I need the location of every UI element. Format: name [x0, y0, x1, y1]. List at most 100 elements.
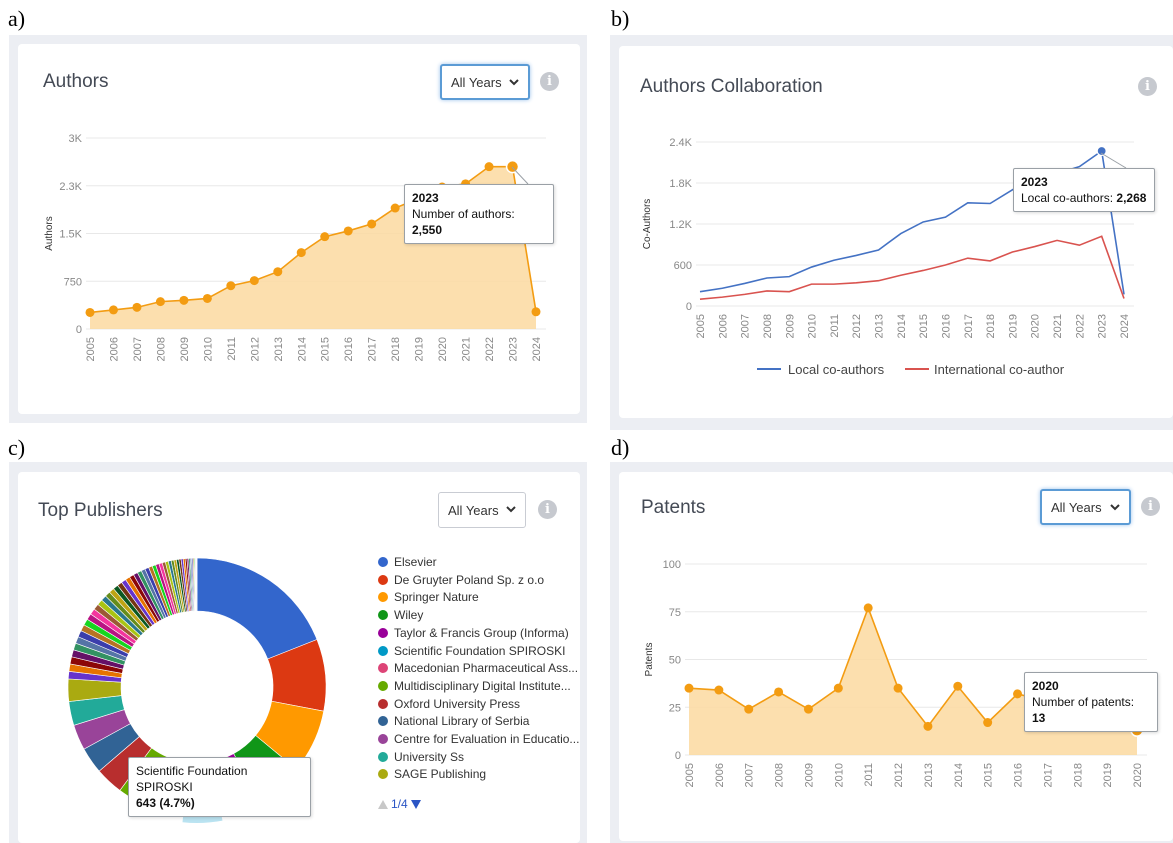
x-tick-label: 2012 — [851, 314, 863, 338]
data-point — [684, 683, 694, 693]
data-point — [714, 685, 724, 695]
x-tick-label: 2006 — [108, 337, 120, 361]
x-tick-label: 2008 — [155, 337, 167, 361]
data-point — [390, 203, 400, 213]
data-point — [863, 603, 873, 613]
collaboration-tooltip: 2023 Local co-authors: 2,268 — [1013, 168, 1155, 212]
legend-dot — [378, 698, 388, 709]
x-tick-label: 2010 — [807, 314, 819, 338]
x-tick-label: 2009 — [803, 763, 815, 787]
x-tick-label: 2010 — [833, 763, 845, 787]
legend-item[interactable]: SAGE Publishing — [378, 767, 486, 781]
x-tick-label: 2013 — [874, 314, 886, 338]
x-tick-label: 2013 — [923, 763, 935, 787]
legend-label: SAGE Publishing — [394, 767, 487, 782]
x-tick-label: 2017 — [963, 314, 975, 338]
x-tick-label: 2011 — [829, 314, 841, 338]
legend-label-international: International co-author — [934, 362, 1065, 377]
tooltip-label: Number of authors: — [412, 207, 515, 221]
data-point — [744, 704, 754, 714]
x-tick-label: 2008 — [774, 763, 786, 787]
y-tick-label: 100 — [663, 559, 681, 571]
x-tick-label: 2016 — [343, 337, 355, 361]
data-point — [923, 721, 933, 731]
tooltip-value: 2,550 — [412, 223, 443, 237]
tooltip-value: 2,268 — [1116, 191, 1147, 205]
legend-item[interactable]: Oxford University Press — [378, 697, 520, 711]
legend-item[interactable]: Springer Nature — [378, 590, 479, 604]
x-tick-label: 2021 — [461, 337, 473, 361]
y-tick-label: 0 — [686, 301, 692, 313]
x-tick-label: 2006 — [714, 763, 726, 787]
x-tick-label: 2015 — [918, 314, 930, 338]
legend-item[interactable]: Elsevier — [378, 555, 437, 569]
tooltip-label: Number of patents: — [1032, 695, 1135, 709]
pager-text: 1/4 — [391, 797, 408, 811]
triangle-down-icon[interactable] — [410, 799, 421, 809]
data-point — [531, 307, 541, 317]
legend-item[interactable]: Wiley — [378, 608, 423, 622]
data-point — [179, 295, 189, 305]
legend-item[interactable]: National Library of Serbia — [378, 714, 529, 728]
data-point — [226, 281, 236, 291]
legend-pager[interactable]: 1/4 — [378, 797, 421, 811]
data-point — [343, 226, 353, 236]
legend-label: Oxford University Press — [394, 696, 521, 711]
x-tick-label: 2024 — [1119, 314, 1131, 338]
tooltip-year: 2020 — [1032, 679, 1059, 693]
y-tick-label: 600 — [674, 260, 692, 272]
x-tick-label: 2021 — [1052, 314, 1064, 338]
y-tick-label: 3K — [69, 133, 83, 145]
x-tick-label: 2007 — [132, 337, 144, 361]
legend-dot — [378, 645, 388, 656]
tooltip-label: Local co-authors: — [1021, 191, 1114, 205]
x-tick-label: 2017 — [367, 337, 379, 361]
legend-dot — [378, 769, 388, 780]
x-tick-label: 2014 — [296, 337, 308, 361]
x-tick-label: 2007 — [744, 763, 756, 787]
x-tick-label: 2020 — [437, 337, 449, 361]
x-tick-label: 2005 — [85, 337, 97, 361]
data-point — [893, 683, 903, 693]
y-axis-label: Patents — [644, 643, 655, 677]
legend-dot — [378, 627, 388, 638]
x-tick-label: 2020 — [1030, 314, 1042, 338]
data-point — [484, 162, 494, 172]
data-point — [296, 248, 306, 258]
x-tick-label: 2007 — [740, 314, 752, 338]
x-tick-label: 2020 — [1132, 763, 1144, 787]
legend-item[interactable]: Centre for Evaluation in Educatio... — [378, 732, 579, 746]
legend-label: University Ss — [394, 749, 465, 764]
legend-item[interactable]: De Gruyter Poland Sp. z o.o — [378, 573, 544, 587]
x-tick-label: 2023 — [1097, 314, 1109, 338]
legend-item[interactable]: University Ss — [378, 750, 464, 764]
legend-label: Springer Nature — [394, 590, 479, 605]
legend-label: Wiley — [394, 608, 424, 623]
legend-dot — [378, 716, 388, 727]
legend-item[interactable]: Multidisciplinary Digital Institute... — [378, 679, 571, 693]
x-tick-label: 2014 — [896, 314, 908, 338]
x-tick-label: 2019 — [414, 337, 426, 361]
tooltip-year: 2023 — [412, 191, 439, 205]
legend-label: National Library of Serbia — [394, 714, 530, 729]
triangle-up-icon[interactable] — [378, 799, 388, 809]
legend-item[interactable]: Macedonian Pharmaceutical Ass... — [378, 661, 578, 675]
tooltip-year: 2023 — [1021, 175, 1048, 189]
x-tick-label: 2015 — [320, 337, 332, 361]
data-point — [155, 297, 165, 307]
x-tick-label: 2012 — [893, 763, 905, 787]
data-point — [774, 687, 784, 697]
x-tick-label: 2012 — [249, 337, 261, 361]
authors-tooltip: 2023 Number of authors: 2,550 — [404, 184, 554, 244]
data-point — [320, 232, 330, 242]
x-tick-label: 2024 — [531, 337, 543, 361]
y-tick-label: 1.2K — [669, 219, 692, 231]
legend-dot — [378, 751, 388, 762]
tooltip-name: Scientific Foundation SPIROSKI — [136, 764, 248, 794]
x-tick-label: 2013 — [273, 337, 285, 361]
legend-label-local: Local co-authors — [788, 362, 885, 377]
x-tick-label: 2005 — [695, 314, 707, 338]
legend-dot — [378, 663, 388, 674]
legend-item[interactable]: Scientific Foundation SPIROSKI — [378, 644, 565, 658]
legend-item[interactable]: Taylor & Francis Group (Informa) — [378, 626, 569, 640]
